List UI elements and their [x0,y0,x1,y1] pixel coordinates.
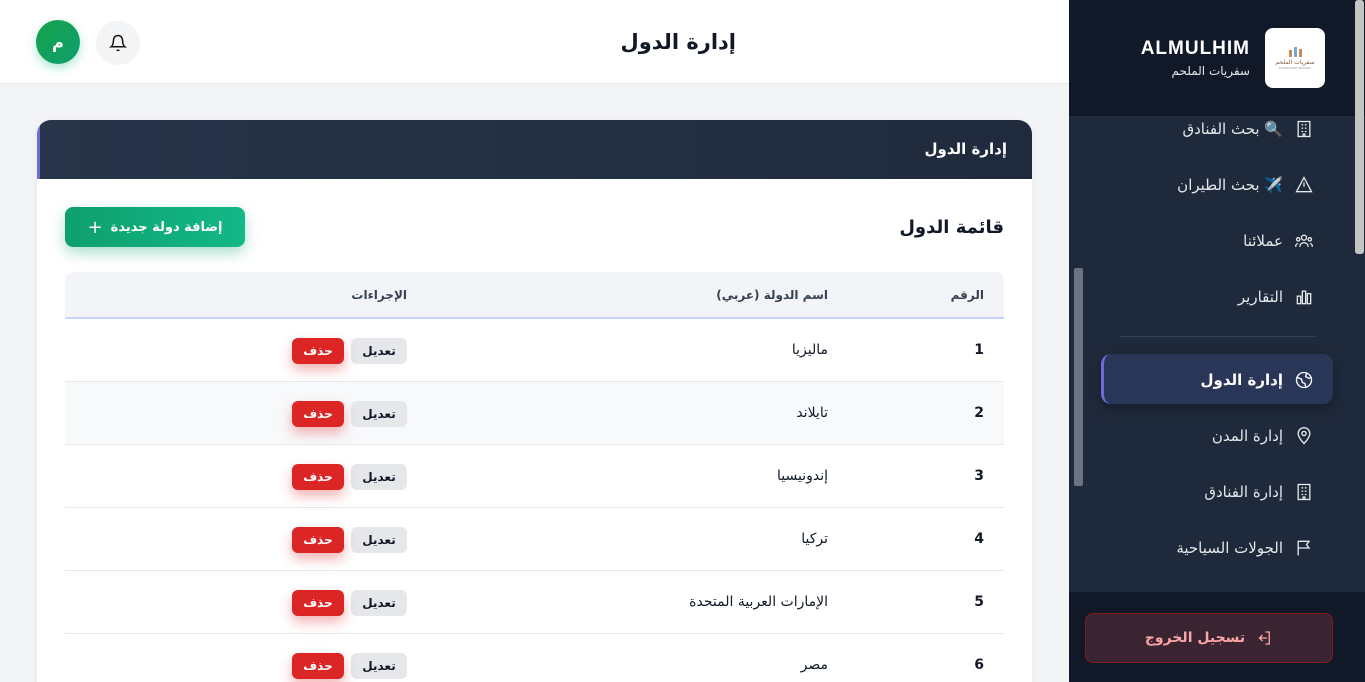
edit-button[interactable]: تعديل [351,464,407,490]
row-number: 5 [974,594,984,610]
row-number: 1 [974,342,984,358]
logo: سفريات الملحم ALMULHIM TRAVEL [1265,28,1325,88]
logout-label: تسجيل الخروج [1144,630,1246,646]
add-country-label: إضافة دولة جديدة [110,219,223,235]
notifications-button[interactable] [96,21,140,65]
edit-button[interactable]: تعديل [351,401,407,427]
card-header-title: إدارة الدول [924,140,1007,158]
nav-divider [1119,336,1315,337]
map-pin-icon [1293,425,1315,447]
table-row: 3 إندونيسيا تعديل حذف [65,445,1004,508]
delete-button[interactable]: حذف [292,464,344,490]
table-row: 4 تركيا تعديل حذف [65,508,1004,571]
delete-button[interactable]: حذف [292,527,344,553]
table-row: 1 ماليزيا تعديل حذف [65,319,1004,382]
row-country-name: إندونيسيا [777,468,828,484]
edit-button[interactable]: تعديل [351,338,407,364]
row-number: 3 [974,468,984,484]
row-country-name: تايلاند [796,405,828,421]
flag-icon [1293,537,1315,559]
sidebar-item-hotel-search[interactable]: 🔍 بحث الفنادق [1182,114,1315,144]
column-header-actions: الإجراءات [351,288,407,302]
edit-button[interactable]: تعديل [351,653,407,679]
row-country-name: ماليزيا [791,342,828,358]
sidebar-item-label: 🔍 بحث الفنادق [1182,120,1283,138]
users-icon [1293,230,1315,252]
countries-card: إدارة الدول قائمة الدول إضافة دولة جديدة… [37,120,1032,682]
row-country-name: الإمارات العربية المتحدة [689,594,828,610]
avatar[interactable]: م [36,20,80,64]
delete-button[interactable]: حذف [292,338,344,364]
chart-icon [1293,286,1315,308]
table-row: 6 مصر تعديل حذف [65,634,1004,682]
sidebar-item-label: إدارة الفنادق [1204,483,1283,501]
logout-icon [1258,631,1271,645]
sidebar: سفريات الملحم ALMULHIM TRAVEL ALMULHIM س… [1069,0,1365,682]
plus-icon: + [87,216,103,238]
page-title: إدارة الدول [620,30,736,54]
sidebar-item-clients[interactable]: عملائنا [1243,226,1315,256]
table-header: الرقم اسم الدولة (عربي) الإجراءات [65,272,1004,319]
sidebar-item-label: الجولات السياحية [1176,539,1283,557]
delete-button[interactable]: حذف [292,590,344,616]
sidebar-item-label: عملائنا [1243,232,1283,250]
bell-icon [109,34,127,52]
brand-subtitle: سفريات الملحم [1171,64,1251,78]
sidebar-item-cities[interactable]: إدارة المدن [1212,421,1315,451]
plane-icon [1293,174,1315,196]
delete-button[interactable]: حذف [292,401,344,427]
column-header-number: الرقم [950,288,984,302]
edit-button[interactable]: تعديل [351,590,407,616]
sidebar-item-tours[interactable]: الجولات السياحية [1176,533,1315,563]
top-bar: إدارة الدول م [0,0,1069,84]
row-country-name: تركيا [801,531,828,547]
sidebar-item-countries[interactable]: إدارة الدول [1201,365,1315,395]
building-icon [1293,118,1315,140]
sidebar-item-label: التقارير [1237,288,1283,306]
delete-button[interactable]: حذف [292,653,344,679]
globe-icon [1293,369,1315,391]
edit-button[interactable]: تعديل [351,527,407,553]
table-row: 2 تايلاند تعديل حذف [65,382,1004,445]
add-country-button[interactable]: إضافة دولة جديدة + [65,207,245,247]
sidebar-header: سفريات الملحم ALMULHIM TRAVEL ALMULHIM س… [1069,0,1365,116]
sidebar-item-label: إدارة المدن [1211,427,1283,445]
brand-title: ALMULHIM [1140,38,1250,59]
building-icon [1293,481,1315,503]
page-scrollbar-thumb[interactable] [1355,0,1364,254]
row-number: 2 [974,405,984,421]
logout-button[interactable]: تسجيل الخروج [1085,613,1333,663]
page-scrollbar[interactable] [1355,0,1365,682]
column-header-name: اسم الدولة (عربي) [716,288,828,302]
row-country-name: مصر [800,657,828,673]
countries-table: الرقم اسم الدولة (عربي) الإجراءات 1 مالي… [65,272,1004,682]
sidebar-item-reports[interactable]: التقارير [1238,282,1315,312]
table-row: 5 الإمارات العربية المتحدة تعديل حذف [65,571,1004,634]
sidebar-scrollbar[interactable] [1074,268,1083,486]
sidebar-item-label: إدارة الدول [1200,371,1283,389]
sidebar-item-flight-search[interactable]: ✈️ بحث الطيران [1177,170,1315,200]
sidebar-item-hotels[interactable]: إدارة الفنادق [1204,477,1315,507]
row-number: 6 [974,657,984,673]
card-header: إدارة الدول [37,120,1032,179]
list-title: قائمة الدول [899,217,1004,238]
row-number: 4 [974,531,984,547]
sidebar-item-label: ✈️ بحث الطيران [1177,176,1283,194]
